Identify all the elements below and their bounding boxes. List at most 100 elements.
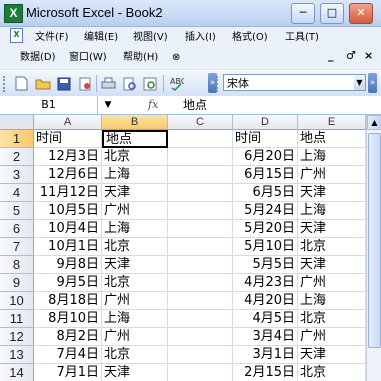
cell-c1[interactable] [168,130,233,148]
cell-d5[interactable]: 5月24日 [233,202,298,220]
column-header-c[interactable]: C [168,115,233,130]
cell-c6[interactable] [168,220,233,238]
column-header-a[interactable]: A [34,115,102,130]
font-name-box[interactable]: 宋体 [223,74,366,91]
cell-d10[interactable]: 4月20日 [233,292,298,310]
cell-b1[interactable]: 地点 [102,130,168,148]
cell-b11[interactable]: 上海 [102,310,168,328]
row-header[interactable]: 13 [0,346,34,364]
research-toolbar-icon[interactable] [142,75,159,92]
cell-a8[interactable]: 9月8日 [34,256,102,274]
scroll-thumb[interactable] [368,133,381,348]
cell-d7[interactable]: 5月10日 [233,238,298,256]
cell-e10[interactable]: 上海 [298,292,366,310]
row-header[interactable]: 7 [0,238,34,256]
row-header[interactable]: 6 [0,220,34,238]
print-preview-icon[interactable] [121,75,138,92]
cell-c8[interactable] [168,256,233,274]
cell-b10[interactable]: 广州 [102,292,168,310]
cell-b14[interactable]: 天津 [102,364,168,381]
row-header[interactable]: 14 [0,364,34,381]
cell-b12[interactable]: 广州 [102,328,168,346]
toolbar-grip[interactable] [3,76,8,92]
cell-a10[interactable]: 8月18日 [34,292,102,310]
cell-c5[interactable] [168,202,233,220]
open-folder-icon[interactable] [34,75,51,92]
research-icon[interactable]: ⊗ [170,50,182,65]
cell-e5[interactable]: 上海 [298,202,366,220]
cell-d9[interactable]: 4月23日 [233,274,298,292]
new-file-icon[interactable] [13,75,30,92]
cell-e3[interactable]: 广州 [298,166,366,184]
doc-minimize-button[interactable]: _ [328,49,334,62]
cell-b6[interactable]: 上海 [102,220,168,238]
menu-insert[interactable]: 插入(I) [183,30,218,45]
cell-d2[interactable]: 6月20日 [233,148,298,166]
cell-a5[interactable]: 10月5日 [34,202,102,220]
cell-e13[interactable]: 天津 [298,346,366,364]
spelling-icon[interactable]: ABC [168,75,185,92]
cell-a9[interactable]: 9月5日 [34,274,102,292]
cell-b2[interactable]: 北京 [102,148,168,166]
cell-c3[interactable] [168,166,233,184]
cell-c7[interactable] [168,238,233,256]
row-header[interactable]: 8 [0,256,34,274]
name-box-dropdown-icon[interactable]: ▼ [101,98,115,112]
row-header[interactable]: 2 [0,148,34,166]
cell-a4[interactable]: 11月12日 [34,184,102,202]
cell-e1[interactable]: 地点 [298,130,366,148]
menu-view[interactable]: 视图(V) [131,30,170,45]
formatting-toolbar-grip[interactable] [216,76,221,92]
cell-a3[interactable]: 12月6日 [34,166,102,184]
menu-help[interactable]: 帮助(H) [121,50,160,65]
row-header[interactable]: 10 [0,292,34,310]
minimize-button[interactable]: ─ [291,3,315,24]
cell-c12[interactable] [168,328,233,346]
cell-d8[interactable]: 5月5日 [233,256,298,274]
cell-d12[interactable]: 3月4日 [233,328,298,346]
cell-c14[interactable] [168,364,233,381]
cell-e2[interactable]: 上海 [298,148,366,166]
insert-function-icon[interactable]: fx [148,96,158,114]
cell-a12[interactable]: 8月2日 [34,328,102,346]
cell-a1[interactable]: 时间 [34,130,102,148]
scroll-up-arrow-icon[interactable]: ▲ [367,115,381,130]
formula-input[interactable]: 地点 [183,96,207,114]
menu-edit[interactable]: 编辑(E) [82,30,120,45]
close-button[interactable]: ✕ [349,3,373,24]
menu-tools[interactable]: 工具(T) [283,30,321,45]
cell-a14[interactable]: 7月1日 [34,364,102,381]
row-header[interactable]: 11 [0,310,34,328]
cell-e8[interactable]: 天津 [298,256,366,274]
save-icon[interactable] [55,75,72,92]
cell-b5[interactable]: 广州 [102,202,168,220]
cell-a6[interactable]: 10月4日 [34,220,102,238]
row-header[interactable]: 3 [0,166,34,184]
print-icon[interactable] [100,75,117,92]
cell-c13[interactable] [168,346,233,364]
menu-data[interactable]: 数据(D) [18,50,58,65]
cell-e11[interactable]: 北京 [298,310,366,328]
cell-b4[interactable]: 天津 [102,184,168,202]
cell-e6[interactable]: 天津 [298,220,366,238]
cell-a13[interactable]: 7月4日 [34,346,102,364]
cell-b13[interactable]: 北京 [102,346,168,364]
cell-d1[interactable]: 时间 [233,130,298,148]
column-header-b[interactable]: B [102,115,168,130]
name-box[interactable]: B1 [0,96,98,114]
cell-e14[interactable]: 北京 [298,364,366,381]
menu-window[interactable]: 窗口(W) [67,50,109,65]
select-all-corner[interactable] [0,115,34,130]
row-header[interactable]: 1 [0,130,34,148]
cell-d6[interactable]: 5月20日 [233,220,298,238]
vertical-scrollbar[interactable]: ▲ [366,115,381,381]
row-header[interactable]: 4 [0,184,34,202]
row-header[interactable]: 12 [0,328,34,346]
cell-c10[interactable] [168,292,233,310]
cell-b7[interactable]: 北京 [102,238,168,256]
cell-a2[interactable]: 12月3日 [34,148,102,166]
menu-format[interactable]: 格式(O) [230,30,270,45]
cell-b3[interactable]: 上海 [102,166,168,184]
permission-icon[interactable] [76,75,93,92]
cell-a7[interactable]: 10月1日 [34,238,102,256]
